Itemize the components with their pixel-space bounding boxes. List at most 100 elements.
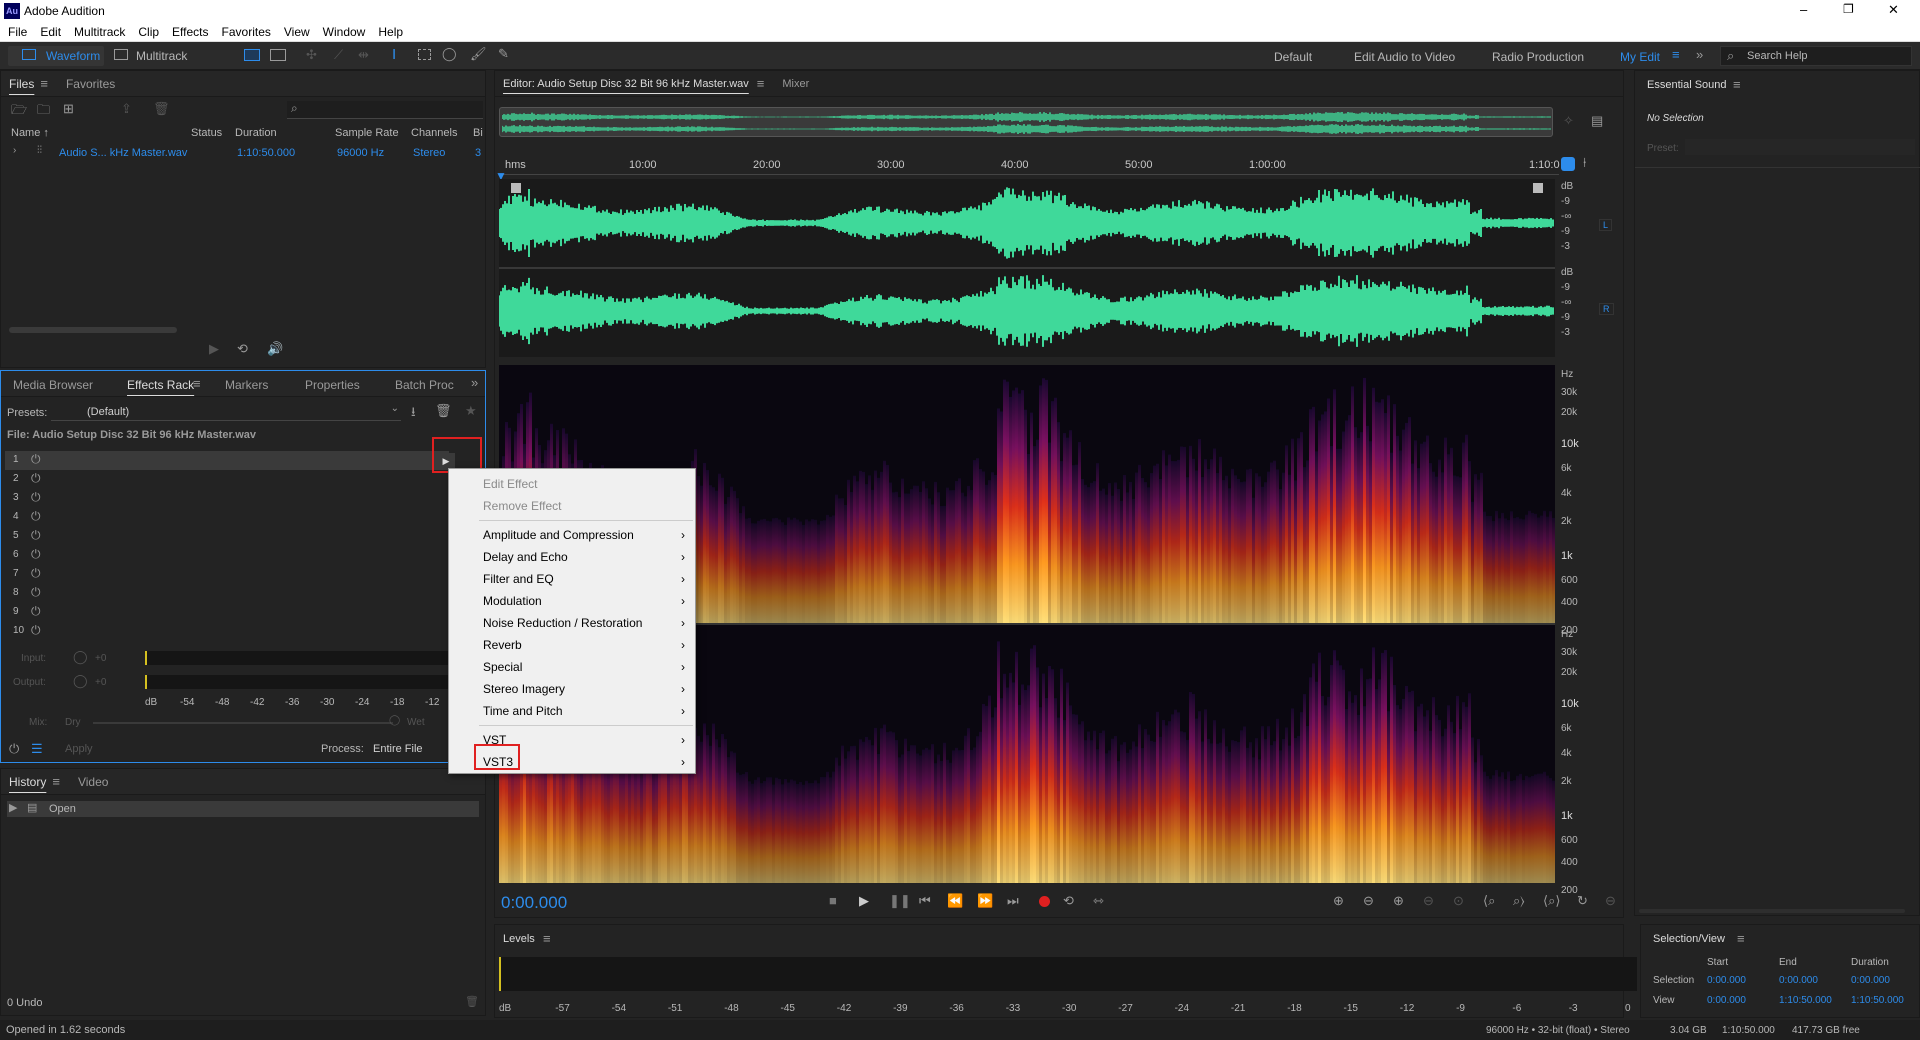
delete-preset-icon[interactable]: 🗑 (435, 403, 452, 419)
context-menu-item-delay-and-echo[interactable]: Delay and Echo › (449, 546, 695, 568)
power-all-icon[interactable]: ⏻ (9, 741, 19, 757)
fade-out-handle[interactable] (1533, 183, 1543, 193)
tab-history[interactable]: History (9, 775, 46, 789)
minimize-button[interactable]: – (1800, 2, 1807, 17)
files-scrollbar[interactable] (9, 327, 177, 333)
timeline-ruler[interactable]: hms 10:00 20:00 30:00 40:00 50:00 1:00:00 1:10:… (499, 155, 1560, 175)
power-icon[interactable]: ⏻ (31, 509, 41, 524)
power-icon[interactable]: ⏻ (31, 528, 41, 543)
menu-help[interactable]: Help (378, 22, 403, 42)
workspace-edit-audio-to-video[interactable]: Edit Audio to Video (1354, 50, 1455, 64)
favorite-star-icon[interactable]: ★ (465, 403, 477, 419)
play-icon[interactable]: ▶ (859, 893, 869, 909)
zoom-reset-icon[interactable]: ↻ (1577, 893, 1588, 909)
expand-icon[interactable]: › (13, 145, 16, 156)
marker-pin-icon[interactable]: ⍿ (1583, 155, 1586, 171)
files-search-input[interactable]: ⌕ (287, 101, 483, 119)
menu-clip[interactable]: Clip (138, 22, 159, 42)
context-menu-item-time-and-pitch[interactable]: Time and Pitch › (449, 700, 695, 722)
context-menu-item-noise-reduction-restoration[interactable]: Noise Reduction / Restoration › (449, 612, 695, 634)
file-name[interactable]: Audio S... kHz Master.wav (59, 147, 187, 159)
play-preview-icon[interactable]: ▶ (209, 341, 219, 357)
time-selection-tool-icon[interactable]: I (392, 46, 396, 63)
slip-tool-icon[interactable]: ⇹ (358, 47, 369, 63)
context-menu-item-special[interactable]: Special › (449, 656, 695, 678)
workspace-my-edit[interactable]: My Edit (1620, 50, 1660, 64)
history-item[interactable]: ▶ ▤ Open (7, 801, 479, 817)
tab-favorites[interactable]: Favorites (66, 77, 115, 91)
selection-duration[interactable]: 0:00.000 (1851, 975, 1890, 986)
more-workspaces-icon[interactable]: » (1696, 47, 1703, 62)
list-view-icon[interactable]: ☰ (31, 741, 43, 757)
stop-icon[interactable]: ■ (829, 893, 837, 908)
tab-batch-process[interactable]: Batch Proc (395, 378, 454, 392)
menu-edit[interactable]: Edit (40, 22, 61, 42)
view-duration[interactable]: 1:10:50.000 (1851, 995, 1904, 1006)
search-help-field[interactable]: ⌕ Search Help (1720, 46, 1912, 66)
waveform-display[interactable] (498, 179, 1555, 357)
tab-effects-rack[interactable]: Effects Rack (127, 378, 194, 392)
insert-multitrack-icon[interactable]: ⇪ (121, 101, 132, 117)
close-button[interactable]: ✕ (1888, 2, 1899, 18)
workspace-menu-icon[interactable]: ≡ (1672, 47, 1680, 62)
marquee-tool-icon[interactable] (418, 49, 431, 60)
lasso-tool-icon[interactable]: ◯ (442, 46, 457, 62)
menu-file[interactable]: File (8, 22, 27, 42)
channel-L-button[interactable]: L (1599, 219, 1613, 231)
zoom-to-fit-icon[interactable]: ✧ (1563, 113, 1574, 129)
import-file-icon[interactable]: 🗀 (37, 101, 50, 123)
context-menu-item-reverb[interactable]: Reverb › (449, 634, 695, 656)
effect-slot[interactable]: 9 ⏻ (5, 603, 449, 622)
menu-view[interactable]: View (284, 22, 310, 42)
power-icon[interactable]: ⏻ (31, 452, 41, 467)
healing-tool-icon[interactable]: ✎ (498, 46, 509, 62)
zoom-out-amplitude-icon[interactable]: ⊖ (1363, 893, 1374, 909)
context-menu-item-amplitude-and-compression[interactable]: Amplitude and Compression › (449, 524, 695, 546)
effect-slot[interactable]: 10 ⏻ (5, 622, 449, 641)
rewind-icon[interactable]: ⏪ (947, 893, 963, 909)
files-menu-icon[interactable]: ≡ (40, 76, 48, 91)
process-dropdown[interactable]: Entire File (373, 743, 423, 755)
fast-forward-icon[interactable]: ⏩ (977, 893, 993, 909)
power-icon[interactable]: ⏻ (31, 490, 41, 505)
loop-preview-icon[interactable]: ⟲ (237, 341, 248, 357)
selection-end[interactable]: 0:00.000 (1779, 975, 1818, 986)
mix-slider[interactable] (93, 722, 393, 724)
column-status[interactable]: Status (191, 127, 222, 139)
workspace-default[interactable]: Default (1274, 50, 1312, 64)
history-menu-icon[interactable]: ≡ (52, 774, 60, 789)
fade-in-handle[interactable] (511, 183, 521, 193)
effect-slot[interactable]: 6 ⏻ (5, 546, 449, 565)
essential-menu-icon[interactable]: ≡ (1733, 77, 1741, 92)
save-preset-icon[interactable]: ⭳ (411, 403, 416, 425)
power-icon[interactable]: ⏻ (31, 471, 41, 486)
context-menu-item-filter-and-eq[interactable]: Filter and EQ › (449, 568, 695, 590)
rack-menu-icon[interactable]: ≡ (193, 376, 201, 391)
editor-menu-icon[interactable]: ≡ (757, 76, 765, 91)
power-icon[interactable]: ⏻ (31, 585, 41, 600)
delete-history-icon[interactable]: 🗑 (465, 995, 479, 1008)
power-icon[interactable]: ⏻ (31, 604, 41, 619)
table-row[interactable]: › ⫶⫶ Audio S... kHz Master.wav 1:10:50.0… (1, 143, 485, 163)
restore-button[interactable]: ❐ (1843, 2, 1854, 16)
column-channels[interactable]: Channels (411, 127, 457, 139)
spectral-view-icon[interactable] (244, 49, 260, 61)
view-end[interactable]: 1:10:50.000 (1779, 995, 1832, 1006)
expand-icon[interactable]: ▶ (9, 801, 17, 814)
zoom-to-left-icon[interactable]: ⟨⌕ (1483, 893, 1495, 909)
menu-window[interactable]: Window (323, 22, 366, 42)
effect-slot[interactable]: 3 ⏻ (5, 489, 449, 508)
menu-favorites[interactable]: Favorites (222, 22, 271, 42)
essential-preset-dropdown[interactable] (1685, 139, 1915, 155)
tab-mixer[interactable]: Mixer (782, 78, 809, 90)
column-sample-rate[interactable]: Sample Rate (335, 127, 399, 139)
tab-media-browser[interactable]: Media Browser (13, 378, 93, 392)
zoom-to-right-icon[interactable]: ⌕⟩ (1513, 893, 1525, 909)
menu-multitrack[interactable]: Multitrack (74, 22, 125, 42)
essential-scrollbar[interactable] (1639, 909, 1905, 913)
pause-icon[interactable]: ❚❚ (889, 893, 911, 909)
column-name[interactable]: Name ↑ (11, 127, 49, 139)
effect-slot[interactable]: 5 ⏻ (5, 527, 449, 546)
effect-slot[interactable]: 2 ⏻ (5, 470, 449, 489)
more-tabs-icon[interactable]: » (471, 375, 478, 390)
